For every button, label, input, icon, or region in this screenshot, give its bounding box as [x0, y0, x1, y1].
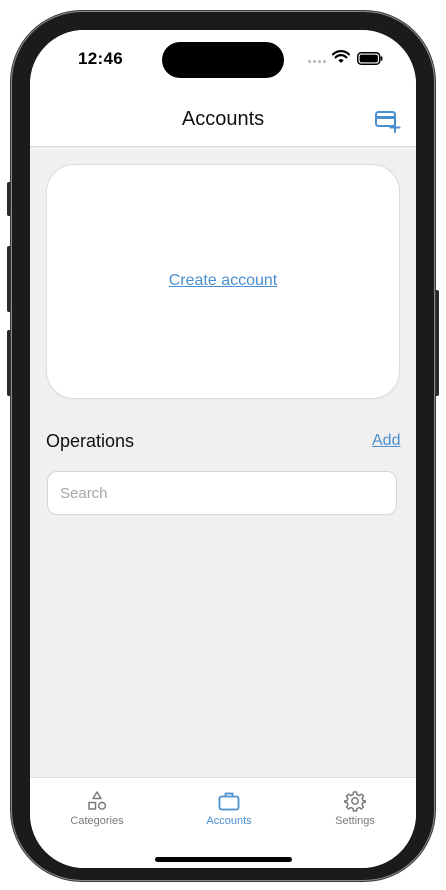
battery-icon: [357, 52, 383, 65]
tab-accounts[interactable]: Accounts: [179, 790, 279, 827]
cellular-signal-icon: [308, 60, 326, 63]
tab-settings-label: Settings: [335, 815, 375, 827]
tab-accounts-label: Accounts: [206, 815, 252, 827]
shapes-icon: [88, 791, 107, 810]
wifi-icon: [332, 50, 350, 63]
add-operation-link[interactable]: Add: [372, 432, 400, 450]
tab-categories-label: Categories: [70, 815, 124, 827]
tab-settings[interactable]: Settings: [305, 790, 405, 827]
dynamic-island: [162, 42, 284, 78]
nav-header: Accounts: [30, 96, 416, 147]
tab-categories[interactable]: Categories: [47, 790, 147, 827]
create-account-link[interactable]: Create account: [47, 272, 399, 290]
add-account-button[interactable]: [374, 108, 402, 134]
status-time: 12:46: [78, 49, 123, 68]
search-input[interactable]: [47, 471, 397, 515]
tab-bar: Categories Accounts Settings: [30, 777, 416, 868]
page-title: Accounts: [181, 108, 265, 130]
screen: 12:46 Accounts Create account Operations…: [30, 30, 416, 868]
gear-icon: [344, 791, 366, 812]
credit-card-plus-icon: [375, 111, 401, 133]
home-indicator: [155, 857, 292, 862]
status-bar: 12:46: [30, 30, 416, 96]
accounts-card: Create account: [46, 164, 400, 399]
briefcase-icon: [218, 792, 240, 811]
operations-heading: Operations: [46, 431, 135, 451]
